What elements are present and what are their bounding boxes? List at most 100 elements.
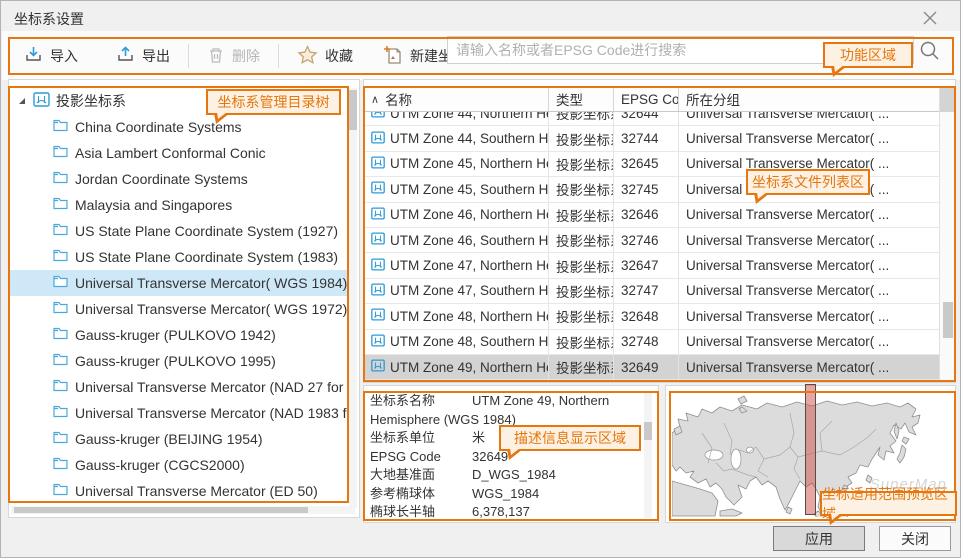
table-row[interactable]: UTM Zone 45, Southern He...投影坐标系32745Uni…	[364, 177, 940, 202]
info-field-label: 大地基准面	[370, 466, 472, 485]
projection-icon	[371, 308, 385, 324]
info-field-label: 椭球长半轴	[370, 503, 472, 522]
tree-item-label: US State Plane Coordinate System (1927)	[75, 223, 338, 239]
cell-name: UTM Zone 46, Southern He...	[364, 228, 549, 252]
import-button[interactable]: 导入	[20, 45, 82, 67]
cell-name: UTM Zone 49, Northern He...	[364, 355, 549, 379]
cell-name: UTM Zone 44, Southern He...	[364, 126, 549, 150]
tree-item[interactable]: Jordan Coordinate Systems	[9, 166, 349, 192]
tree-horizontal-scrollbar[interactable]	[11, 506, 355, 514]
info-vertical-scrollbar[interactable]	[644, 392, 652, 518]
table-row[interactable]: UTM Zone 48, Southern He...投影坐标系32748Uni…	[364, 330, 940, 355]
titlebar: 坐标系设置	[1, 1, 960, 31]
tree-vertical-scrollbar[interactable]	[349, 88, 357, 508]
projection-icon	[371, 232, 385, 248]
table-row[interactable]: UTM Zone 48, Northern He...投影坐标系32648Uni…	[364, 304, 940, 329]
tree-item[interactable]: Asia Lambert Conformal Conic	[9, 140, 349, 166]
tree-item-label: China Coordinate Systems	[75, 119, 242, 135]
projection-icon	[371, 207, 385, 223]
folder-icon	[53, 223, 68, 239]
tree-root-node[interactable]: 投影坐标系	[9, 88, 349, 114]
cell-group: Universal Transverse Mercator( ...	[679, 304, 940, 328]
apply-button[interactable]: 应用	[773, 526, 865, 551]
table-header-cell[interactable]: ∧名称	[364, 87, 549, 111]
info-field-label: 坐标系单位	[370, 429, 472, 448]
cell-epsg: 32645	[614, 152, 679, 176]
scrollbar-thumb[interactable]	[943, 302, 953, 338]
scrollbar-thumb[interactable]	[644, 422, 652, 440]
cell-group: Universal Transverse Mercator( ...	[679, 253, 940, 277]
export-button[interactable]: 导出	[112, 45, 174, 67]
info-field-value: UTM Zone 49, Northern	[472, 392, 640, 411]
cell-epsg: 32648	[614, 304, 679, 328]
toolbar-separator	[278, 44, 279, 68]
cell-group: Universal Transverse Mercator( ...	[679, 177, 940, 201]
table-row[interactable]: UTM Zone 44, Northern He...投影坐标系32644Uni…	[364, 112, 940, 126]
tree-item[interactable]: Malaysia and Singapores	[9, 192, 349, 218]
cell-type: 投影坐标系	[549, 228, 614, 252]
tree-item[interactable]: Gauss-kruger (CGCS2000)	[9, 452, 349, 478]
scrollbar-thumb[interactable]	[349, 90, 357, 130]
info-field-value: 米	[472, 429, 640, 448]
cell-name: UTM Zone 45, Northern He...	[364, 152, 549, 176]
cell-group: Universal Transverse Mercator( ...	[679, 203, 940, 227]
tree-item[interactable]: Universal Transverse Mercator( WGS 1972)	[9, 296, 349, 322]
search-input[interactable]	[448, 37, 913, 63]
utm-zone-extent-strip	[805, 384, 816, 515]
tree-item[interactable]: Gauss-kruger (PULKOVO 1995)	[9, 348, 349, 374]
favorite-button[interactable]: 收藏	[293, 45, 357, 68]
tree-item[interactable]: Universal Transverse Mercator (NAD 1983 …	[9, 400, 349, 426]
table-row[interactable]: UTM Zone 49, Northern He...投影坐标系32649Uni…	[364, 355, 940, 380]
search-icon[interactable]	[918, 39, 942, 63]
projection-icon	[371, 258, 385, 274]
cell-group: Universal Transverse Mercator( ...	[679, 228, 940, 252]
close-button[interactable]: 关闭	[879, 526, 951, 551]
table-row[interactable]: UTM Zone 46, Southern He...投影坐标系32746Uni…	[364, 228, 940, 253]
folder-icon	[53, 457, 68, 473]
crs-table-panel: ∧名称类型 EPSG Code所在分组 UTM Zone 44, Northern…	[363, 79, 956, 383]
cell-group: Universal Transverse Mercator( ...	[679, 330, 940, 354]
close-icon[interactable]	[920, 8, 940, 28]
delete-button[interactable]: 删除	[203, 46, 264, 67]
tree-item[interactable]: China Coordinate Systems	[9, 114, 349, 140]
tree-item[interactable]: Universal Transverse Mercator (ED 50)	[9, 478, 349, 504]
table-row[interactable]: UTM Zone 45, Northern He...投影坐标系32645Uni…	[364, 152, 940, 177]
scrollbar-thumb[interactable]	[14, 507, 308, 513]
cell-type: 投影坐标系	[549, 355, 614, 379]
cell-name: UTM Zone 48, Southern He...	[364, 330, 549, 354]
table-header-cell[interactable]: 所在分组	[679, 87, 940, 111]
sort-ascending-icon: ∧	[371, 93, 379, 106]
table-header-label: EPSG Code	[621, 92, 679, 107]
watermark: SuperMap	[870, 476, 947, 493]
new-crs-icon	[383, 45, 403, 68]
tree-item[interactable]: Gauss-kruger (BEIJING 1954)	[9, 426, 349, 452]
tree-item-label: Gauss-kruger (CGCS2000)	[75, 457, 245, 473]
tree-item[interactable]: US State Plane Coordinate System (1983)	[9, 244, 349, 270]
tree-item-label: Gauss-kruger (PULKOVO 1942)	[75, 327, 276, 343]
table-row[interactable]: UTM Zone 44, Southern He...投影坐标系32744Uni…	[364, 126, 940, 151]
cell-type: 投影坐标系	[549, 330, 614, 354]
table-header-cell[interactable]: EPSG Code	[614, 87, 679, 111]
tree-root-label: 投影坐标系	[56, 91, 126, 111]
projection-icon	[371, 156, 385, 172]
cell-epsg: 32647	[614, 253, 679, 277]
tree-item-label: Jordan Coordinate Systems	[75, 171, 248, 187]
expander-icon[interactable]	[17, 93, 27, 109]
cell-group: Universal Transverse Mercator( ...	[679, 355, 940, 379]
table-row[interactable]: UTM Zone 46, Northern He...投影坐标系32646Uni…	[364, 203, 940, 228]
table-vertical-scrollbar[interactable]	[939, 87, 955, 382]
table-row[interactable]: UTM Zone 47, Southern He...投影坐标系32747Uni…	[364, 279, 940, 304]
table-row[interactable]: UTM Zone 47, Northern He...投影坐标系32647Uni…	[364, 253, 940, 278]
cell-epsg: 32747	[614, 279, 679, 303]
tree-item[interactable]: Universal Transverse Mercator (NAD 27 fo…	[9, 374, 349, 400]
tree-item[interactable]: Universal Transverse Mercator( WGS 1984)	[9, 270, 349, 296]
table-header-cell[interactable]: 类型	[549, 87, 614, 111]
tree-item[interactable]: Gauss-kruger (PULKOVO 1942)	[9, 322, 349, 348]
cell-epsg: 32646	[614, 203, 679, 227]
cell-name: UTM Zone 46, Northern He...	[364, 203, 549, 227]
tree-item[interactable]: US State Plane Coordinate System (1927)	[9, 218, 349, 244]
cell-type: 投影坐标系	[549, 253, 614, 277]
projection-icon	[371, 131, 385, 147]
cell-epsg: 32744	[614, 126, 679, 150]
cell-epsg: 32649	[614, 355, 679, 379]
